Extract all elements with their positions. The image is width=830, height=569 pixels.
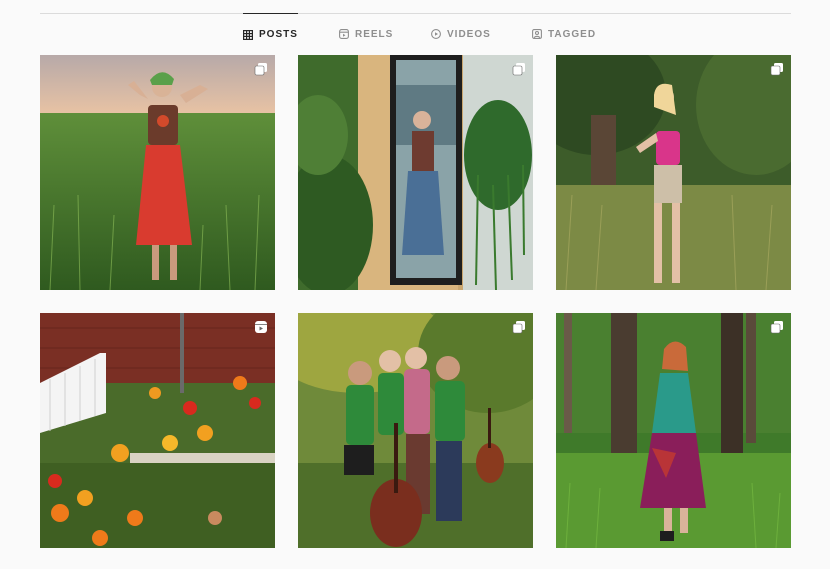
tab-posts[interactable]: POSTS (243, 13, 298, 55)
profile-grid-page: POSTS REELS VIDEOS TAGGED (0, 0, 830, 569)
carousel-icon (770, 320, 784, 334)
carousel-icon (512, 320, 526, 334)
carousel-icon (512, 62, 526, 76)
grid-icon (243, 29, 253, 40)
photo-friends-cello (298, 313, 533, 548)
post-garden-lilies-fence[interactable] (40, 313, 275, 548)
tab-tagged-label: TAGGED (548, 28, 597, 40)
tab-videos[interactable]: VIDEOS (431, 13, 491, 55)
photo-girl-pink-top (556, 55, 791, 290)
reels-icon (339, 29, 349, 39)
photo-mirror-selfie (298, 55, 533, 290)
post-girl-red-skirt-field[interactable] (40, 55, 275, 290)
photo-girl-red-skirt (40, 55, 275, 290)
posts-grid (40, 55, 791, 548)
carousel-icon (770, 62, 784, 76)
post-mirror-selfie-plants[interactable] (298, 55, 533, 290)
carousel-icon (254, 62, 268, 76)
post-girl-pink-top-trees[interactable] (556, 55, 791, 290)
tab-reels-label: REELS (355, 28, 394, 40)
post-friends-green-shirts-cello[interactable] (298, 313, 533, 548)
tab-posts-label: POSTS (259, 29, 298, 40)
photo-girl-colorful-dress (556, 313, 791, 548)
tag-icon (532, 29, 542, 39)
photo-garden-lilies (40, 313, 275, 548)
reel-icon (254, 320, 268, 334)
tab-reels[interactable]: REELS (339, 13, 393, 55)
profile-tabs: POSTS REELS VIDEOS TAGGED (0, 13, 830, 55)
post-girl-colorful-dress-forest[interactable] (556, 313, 791, 548)
video-icon (431, 29, 441, 39)
tab-tagged[interactable]: TAGGED (532, 13, 596, 55)
tab-videos-label: VIDEOS (447, 28, 491, 40)
